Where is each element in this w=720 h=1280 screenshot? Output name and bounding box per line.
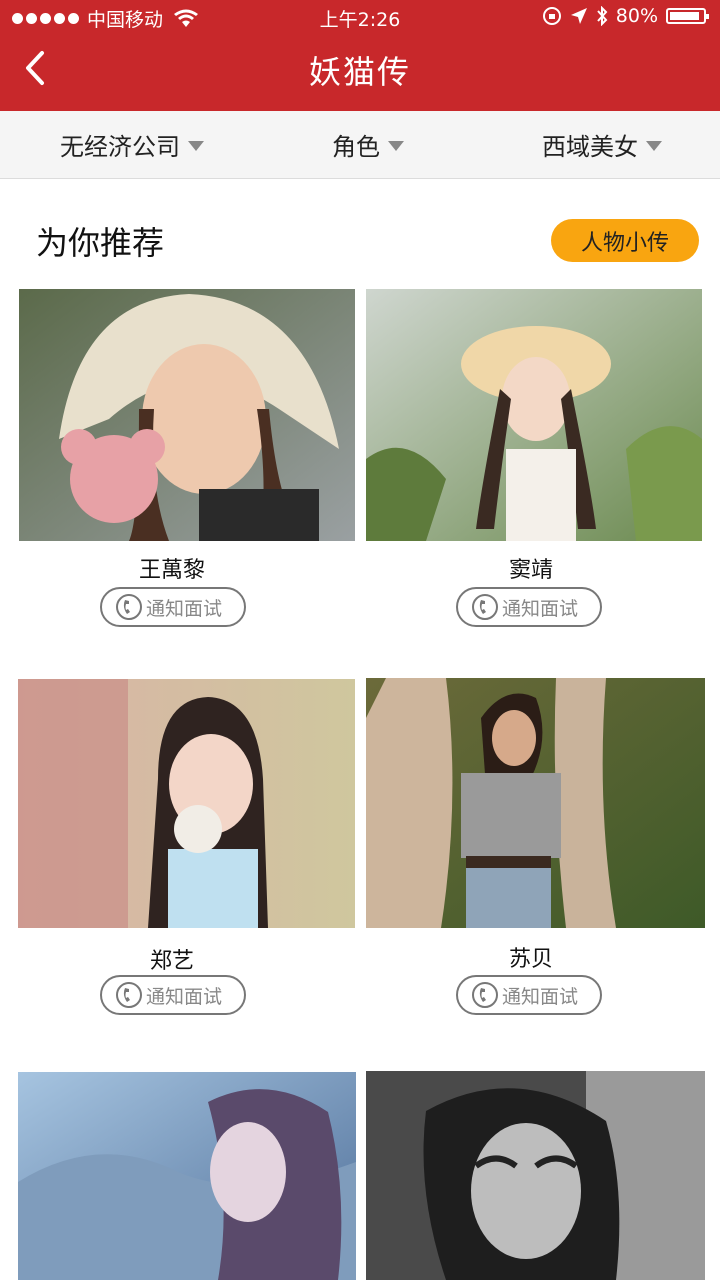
phone-icon	[116, 594, 142, 620]
notify-interview-button[interactable]: 通知面试	[100, 587, 246, 627]
profile-photo[interactable]	[19, 289, 355, 541]
page-title: 妖猫传	[308, 53, 411, 91]
caret-down-icon	[646, 140, 662, 151]
filter-bar: 无经济公司 角色 西域美女	[0, 111, 720, 179]
profile-photo[interactable]	[366, 678, 705, 928]
bluetooth-icon	[597, 6, 608, 26]
phone-icon	[116, 982, 142, 1008]
filter-role[interactable]: 角色	[332, 111, 404, 178]
character-story-button[interactable]: 人物小传	[551, 219, 699, 262]
status-bar: 中国移动 上午2:26 80%	[0, 0, 720, 34]
section-title: 为你推荐	[36, 224, 165, 262]
caret-down-icon	[188, 140, 204, 151]
profile-photo[interactable]	[366, 289, 702, 541]
profile-photo[interactable]	[18, 679, 355, 928]
caret-down-icon	[388, 140, 404, 151]
filter-character[interactable]: 西域美女	[542, 111, 662, 178]
filter-role-label: 角色	[332, 133, 380, 161]
filter-company[interactable]: 无经济公司	[60, 111, 204, 178]
location-arrow-icon	[570, 8, 587, 24]
battery-icon	[666, 8, 709, 24]
profile-photo[interactable]	[366, 1071, 705, 1280]
filter-character-label: 西域美女	[542, 133, 638, 161]
notify-interview-label: 通知面试	[146, 985, 223, 1008]
battery-percent: 80%	[615, 5, 658, 27]
filter-company-label: 无经济公司	[60, 133, 180, 161]
notify-interview-button[interactable]: 通知面试	[456, 587, 602, 627]
phone-icon	[472, 594, 498, 620]
notify-interview-label: 通知面试	[502, 597, 579, 620]
notify-interview-label: 通知面试	[146, 597, 223, 620]
card-name: 王萬黎	[138, 558, 205, 583]
card-name: 窦靖	[508, 558, 553, 583]
notify-interview-button[interactable]: 通知面试	[456, 975, 602, 1015]
app-header: 中国移动 上午2:26 80% 妖猫传	[0, 0, 720, 111]
notify-interview-label: 通知面试	[502, 985, 579, 1008]
card-name: 郑艺	[149, 949, 194, 974]
phone-icon	[472, 982, 498, 1008]
rotation-lock-icon	[542, 7, 561, 25]
notify-interview-button[interactable]: 通知面试	[100, 975, 246, 1015]
card-name: 苏贝	[508, 947, 553, 972]
profile-photo[interactable]	[18, 1072, 356, 1280]
